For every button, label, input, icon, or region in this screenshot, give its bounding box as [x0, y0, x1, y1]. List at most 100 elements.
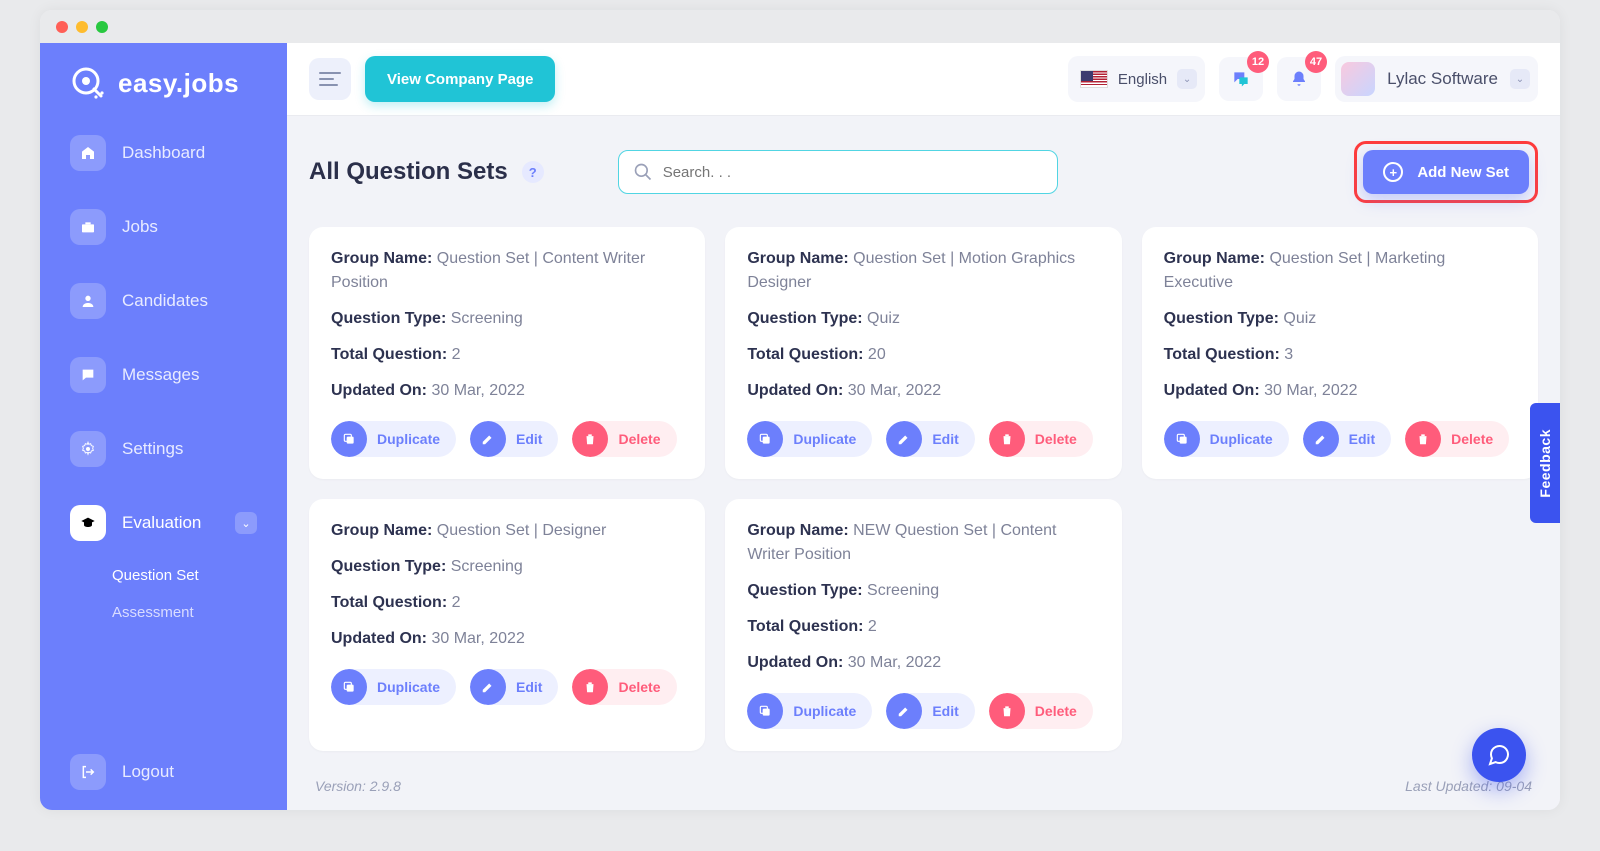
add-new-set-button[interactable]: + Add New Set [1363, 150, 1529, 194]
sidebar-item-label: Candidates [122, 291, 208, 311]
user-icon [70, 283, 106, 319]
search-icon [633, 162, 653, 182]
duplicate-button[interactable]: Duplicate [1164, 421, 1289, 457]
home-icon [70, 135, 106, 171]
question-set-card: Group Name: Question Set | Content Write… [309, 227, 705, 479]
type-label: Question Type: [747, 582, 862, 599]
total-label: Total Question: [747, 346, 863, 363]
type-label: Question Type: [331, 310, 446, 327]
duplicate-label: Duplicate [367, 431, 456, 447]
pencil-icon [886, 693, 922, 729]
sidebar-item-dashboard[interactable]: Dashboard [58, 125, 269, 181]
edit-label: Edit [922, 431, 974, 447]
footer: Version: 2.9.8 Last Updated: 09-04 [309, 766, 1538, 796]
brand-logo[interactable]: easy.jobs [40, 57, 287, 125]
brand-text: easy.jobs [118, 68, 239, 99]
main-content: View Company Page English ⌄ 12 47 [287, 43, 1560, 810]
updated-value: 30 Mar, 2022 [431, 630, 524, 647]
briefcase-icon [70, 209, 106, 245]
sidebar-item-label: Dashboard [122, 143, 205, 163]
notifications-button[interactable]: 47 [1277, 57, 1321, 101]
search-input-wrapper[interactable] [618, 150, 1058, 194]
type-label: Question Type: [747, 310, 862, 327]
feedback-tab[interactable]: Feedback [1530, 403, 1560, 523]
profile-menu[interactable]: Lylac Software ⌄ [1335, 56, 1538, 102]
window-minimize-dot[interactable] [76, 21, 88, 33]
messages-button[interactable]: 12 [1219, 57, 1263, 101]
sidebar-item-candidates[interactable]: Candidates [58, 273, 269, 329]
group-label: Group Name: [331, 522, 432, 539]
total-value: 2 [452, 346, 461, 363]
copy-icon [1164, 421, 1200, 457]
window-titlebar [40, 10, 1560, 43]
question-set-card: Group Name: Question Set | Marketing Exe… [1142, 227, 1538, 479]
delete-label: Delete [608, 431, 676, 447]
total-label: Total Question: [747, 618, 863, 635]
type-value: Screening [451, 310, 523, 327]
total-value: 20 [868, 346, 886, 363]
updated-label: Updated On: [747, 654, 843, 671]
edit-button[interactable]: Edit [886, 693, 974, 729]
total-value: 2 [452, 594, 461, 611]
copy-icon [747, 693, 783, 729]
edit-label: Edit [922, 703, 974, 719]
type-value: Screening [867, 582, 939, 599]
sidebar: easy.jobs Dashboard Jobs Candidates Message… [40, 43, 287, 810]
updated-value: 30 Mar, 2022 [431, 382, 524, 399]
help-icon[interactable]: ? [522, 161, 544, 183]
delete-button[interactable]: Delete [989, 693, 1093, 729]
edit-button[interactable]: Edit [886, 421, 974, 457]
view-company-label: View Company Page [387, 71, 533, 88]
duplicate-button[interactable]: Duplicate [747, 421, 872, 457]
sidebar-item-jobs[interactable]: Jobs [58, 199, 269, 255]
logout-icon [70, 754, 106, 790]
chat-icon [70, 357, 106, 393]
sidebar-item-label: Messages [122, 365, 199, 385]
delete-button[interactable]: Delete [572, 421, 676, 457]
subnav-assessment[interactable]: Assessment [112, 598, 287, 635]
updated-value: 30 Mar, 2022 [1264, 382, 1357, 399]
chat-icon [1231, 69, 1251, 89]
duplicate-button[interactable]: Duplicate [331, 421, 456, 457]
chevron-down-icon: ⌄ [1177, 69, 1197, 89]
window-close-dot[interactable] [56, 21, 68, 33]
menu-toggle[interactable] [309, 58, 351, 100]
duplicate-button[interactable]: Duplicate [331, 669, 456, 705]
edit-button[interactable]: Edit [470, 669, 558, 705]
question-set-card: Group Name: Question Set | Motion Graphi… [725, 227, 1121, 479]
logo-icon [68, 63, 108, 103]
duplicate-button[interactable]: Duplicate [747, 693, 872, 729]
language-selector[interactable]: English ⌄ [1068, 56, 1205, 102]
search-input[interactable] [663, 164, 1043, 181]
window-maximize-dot[interactable] [96, 21, 108, 33]
view-company-button[interactable]: View Company Page [365, 56, 555, 102]
logout-button[interactable]: Logout [40, 744, 287, 810]
copy-icon [747, 421, 783, 457]
total-value: 3 [1284, 346, 1293, 363]
total-label: Total Question: [331, 594, 447, 611]
subnav-question-set[interactable]: Question Set [112, 561, 287, 598]
pencil-icon [886, 421, 922, 457]
delete-button[interactable]: Delete [989, 421, 1093, 457]
edit-button[interactable]: Edit [470, 421, 558, 457]
bell-icon [1290, 69, 1308, 89]
type-value: Quiz [1283, 310, 1316, 327]
updated-value: 30 Mar, 2022 [848, 382, 941, 399]
delete-label: Delete [608, 679, 676, 695]
language-label: English [1118, 71, 1167, 88]
add-new-label: Add New Set [1417, 164, 1509, 181]
delete-label: Delete [1025, 703, 1093, 719]
sidebar-item-settings[interactable]: Settings [58, 421, 269, 477]
edit-label: Edit [506, 431, 558, 447]
delete-button[interactable]: Delete [572, 669, 676, 705]
edit-button[interactable]: Edit [1303, 421, 1391, 457]
page-title: All Question Sets [309, 158, 508, 186]
group-label: Group Name: [1164, 250, 1265, 267]
sidebar-item-evaluation[interactable]: Evaluation⌄ [58, 495, 269, 551]
trash-icon [989, 693, 1025, 729]
sidebar-item-messages[interactable]: Messages [58, 347, 269, 403]
delete-button[interactable]: Delete [1405, 421, 1509, 457]
chevron-down-icon: ⌄ [1510, 69, 1530, 89]
duplicate-label: Duplicate [783, 431, 872, 447]
chat-fab[interactable] [1472, 728, 1526, 782]
